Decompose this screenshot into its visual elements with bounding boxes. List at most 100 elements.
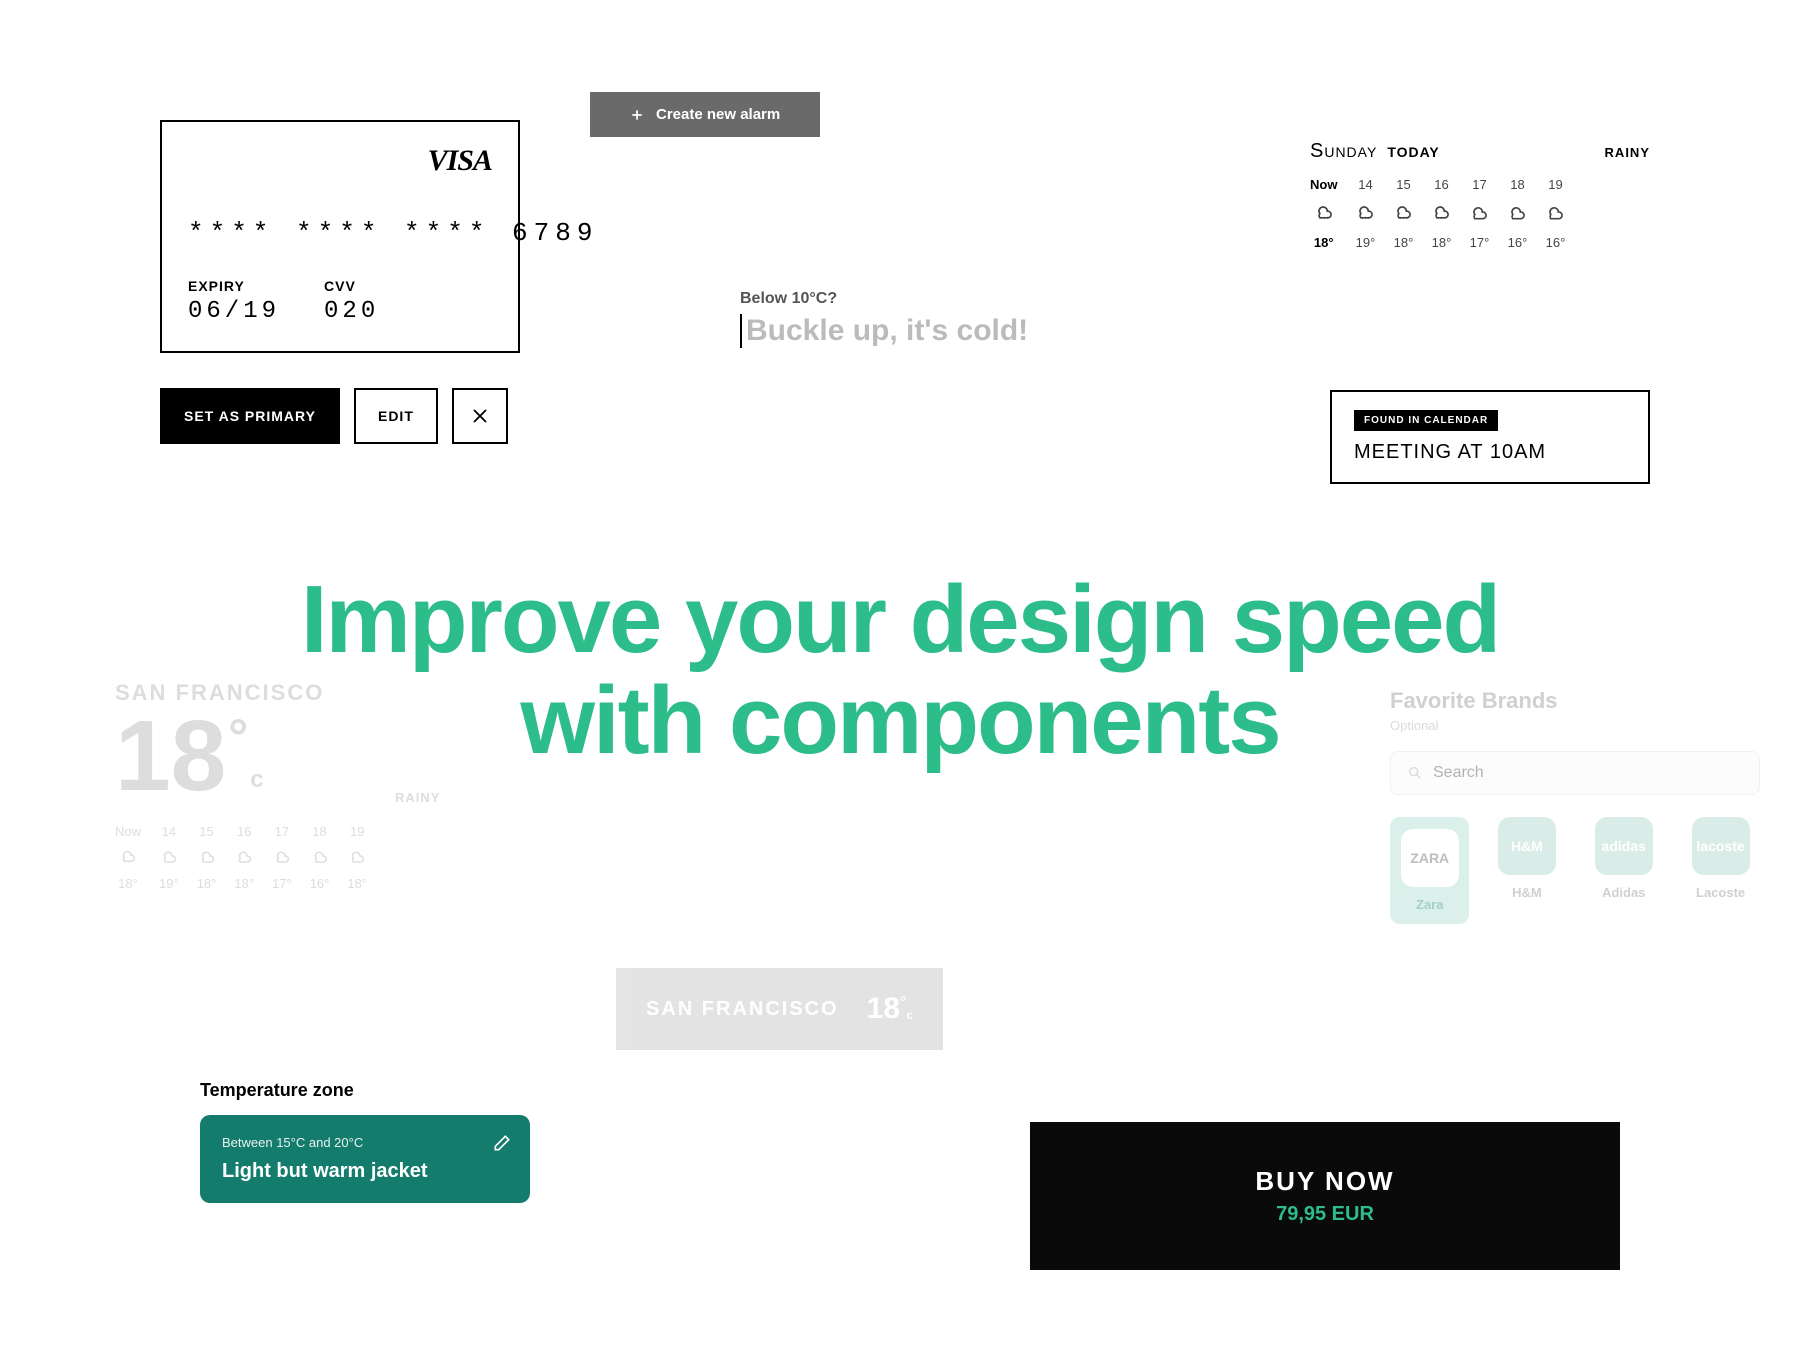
hour-temp: 18° bbox=[197, 876, 217, 891]
cloud-icon bbox=[1545, 202, 1565, 225]
weather-today-label: TODAY bbox=[1387, 144, 1439, 160]
hour-column: 1816° bbox=[310, 824, 330, 891]
hour-temp: 18° bbox=[347, 876, 367, 891]
hour-column: Now18° bbox=[1310, 177, 1337, 250]
card-brand: VISA bbox=[188, 144, 492, 178]
brands-title: Favorite Brands bbox=[1390, 688, 1760, 714]
weather-strip: Sunday TODAY RAINY Now18° 14 19° 15 18° 16 18°… bbox=[1310, 140, 1650, 250]
below-10-question: Below 10°C? bbox=[740, 290, 1170, 308]
hour-label: 15 bbox=[1396, 177, 1410, 192]
hour-temp: 18° bbox=[1394, 235, 1414, 250]
brands-search[interactable] bbox=[1390, 751, 1760, 795]
rain-icon bbox=[1393, 202, 1413, 225]
headline-line1: Improve your design speed bbox=[0, 570, 1800, 671]
weather-condition-faded: RAINY bbox=[395, 790, 440, 805]
close-icon bbox=[471, 407, 489, 425]
brands-search-input[interactable] bbox=[1433, 764, 1743, 782]
hour-label: 17 bbox=[275, 824, 289, 839]
brand-card[interactable]: H&M H&M bbox=[1487, 817, 1566, 924]
weather-day: Sunday bbox=[1310, 140, 1377, 163]
hour-label: 15 bbox=[199, 824, 213, 839]
buy-now-button[interactable]: BUY NOW 79,95 EUR bbox=[1030, 1122, 1620, 1270]
rain-icon bbox=[1355, 202, 1375, 225]
brand-name: Lacoste bbox=[1696, 885, 1745, 900]
weather-block-faded: SAN FRANCISCO 18 ° c RAINY Now18°1419°15… bbox=[115, 680, 367, 891]
hour-temp: 19° bbox=[159, 876, 179, 891]
expiry-label: EXPIRY bbox=[188, 278, 280, 294]
hour-column: 1618° bbox=[234, 824, 254, 891]
brand-card[interactable]: adidas Adidas bbox=[1584, 817, 1663, 924]
create-alarm-label: Create new alarm bbox=[656, 106, 780, 123]
pill-temp: 18 bbox=[867, 992, 900, 1026]
pill-city: SAN FRANCISCO bbox=[646, 998, 839, 1021]
hour-column: 17 17° bbox=[1469, 177, 1489, 250]
below-10-input[interactable] bbox=[740, 314, 1170, 348]
hour-label: 16 bbox=[237, 824, 251, 839]
cloud-icon bbox=[348, 847, 366, 868]
delete-card-button[interactable] bbox=[452, 388, 508, 444]
hour-temp: 17° bbox=[1470, 235, 1490, 250]
edit-card-button[interactable]: EDIT bbox=[354, 388, 438, 444]
brand-logo: lacoste bbox=[1692, 817, 1750, 875]
cloud-icon bbox=[198, 847, 216, 868]
hour-temp: 18° bbox=[1432, 235, 1452, 250]
hour-temp: 16° bbox=[1546, 235, 1566, 250]
favorite-brands-panel: Favorite Brands Optional ZARA Zara H&M H&M a… bbox=[1390, 688, 1760, 924]
hour-temp: 16° bbox=[1508, 235, 1528, 250]
set-as-primary-button[interactable]: SET AS PRIMARY bbox=[160, 388, 340, 444]
hour-label: 14 bbox=[1358, 177, 1372, 192]
search-icon bbox=[1407, 765, 1423, 781]
hour-temp: 16° bbox=[310, 876, 330, 891]
hour-column: Now18° bbox=[115, 824, 141, 891]
hour-column: 16 18° bbox=[1431, 177, 1451, 250]
cloud-icon bbox=[1469, 202, 1489, 225]
pill-unit: c bbox=[906, 1008, 913, 1022]
temperature-zone-card: Between 15°C and 20°C Light but warm jac… bbox=[200, 1115, 530, 1203]
brand-logo: H&M bbox=[1498, 817, 1556, 875]
temperature-recommendation: Light but warm jacket bbox=[222, 1160, 508, 1183]
hour-temp: 19° bbox=[1356, 235, 1376, 250]
brand-name: Adidas bbox=[1602, 885, 1645, 900]
hour-temp: 18° bbox=[118, 876, 138, 891]
cvv-value: 020 bbox=[324, 298, 379, 325]
edit-zone-button[interactable] bbox=[492, 1133, 512, 1153]
hour-temp: 17° bbox=[272, 876, 292, 891]
temperature-range: Between 15°C and 20°C bbox=[222, 1135, 508, 1150]
city-temp-pill: SAN FRANCISCO 18 ° c bbox=[616, 968, 943, 1050]
hour-column: 17 17° bbox=[272, 824, 292, 891]
cloud-icon bbox=[311, 847, 329, 868]
brands-optional-label: Optional bbox=[1390, 718, 1760, 733]
cloud-icon bbox=[273, 847, 291, 868]
brand-name: H&M bbox=[1512, 885, 1542, 900]
create-alarm-button[interactable]: Create new alarm bbox=[590, 92, 820, 137]
temperature-zone: Temperature zone Between 15°C and 20°C L… bbox=[200, 1080, 530, 1203]
brand-card[interactable]: lacoste Lacoste bbox=[1681, 817, 1760, 924]
hour-column: 14 19° bbox=[159, 824, 179, 891]
calendar-tag: FOUND IN CALENDAR bbox=[1354, 410, 1498, 431]
hour-temp: 18° bbox=[1314, 235, 1334, 250]
hour-label: 14 bbox=[162, 824, 176, 839]
hour-column: 1816° bbox=[1507, 177, 1527, 250]
brand-card[interactable]: ZARA Zara bbox=[1390, 817, 1469, 924]
hour-label: 16 bbox=[1434, 177, 1448, 192]
hour-column: 14 19° bbox=[1355, 177, 1375, 250]
expiry-value: 06/19 bbox=[188, 298, 280, 325]
edit-icon bbox=[492, 1133, 512, 1153]
cvv-label: CVV bbox=[324, 278, 379, 294]
weather-condition: RAINY bbox=[1605, 145, 1650, 160]
brand-logo: adidas bbox=[1595, 817, 1653, 875]
hour-column: 1916° bbox=[1545, 177, 1565, 250]
brand-logo: ZARA bbox=[1401, 829, 1459, 887]
card-number: **** **** **** 6789 bbox=[188, 218, 492, 248]
degree-symbol: ° bbox=[228, 712, 248, 762]
hour-column: 15 18° bbox=[197, 824, 217, 891]
rain-icon bbox=[1431, 202, 1451, 225]
calendar-card: FOUND IN CALENDAR MEETING AT 10AM bbox=[1330, 390, 1650, 484]
cloud-icon bbox=[1507, 202, 1527, 225]
cloud-icon bbox=[235, 847, 253, 868]
buy-now-price: 79,95 EUR bbox=[1030, 1203, 1620, 1226]
weather-temp-value: 18 bbox=[115, 706, 226, 806]
brand-name: Zara bbox=[1416, 897, 1443, 912]
hour-label: 17 bbox=[1472, 177, 1486, 192]
plus-icon bbox=[630, 108, 644, 122]
